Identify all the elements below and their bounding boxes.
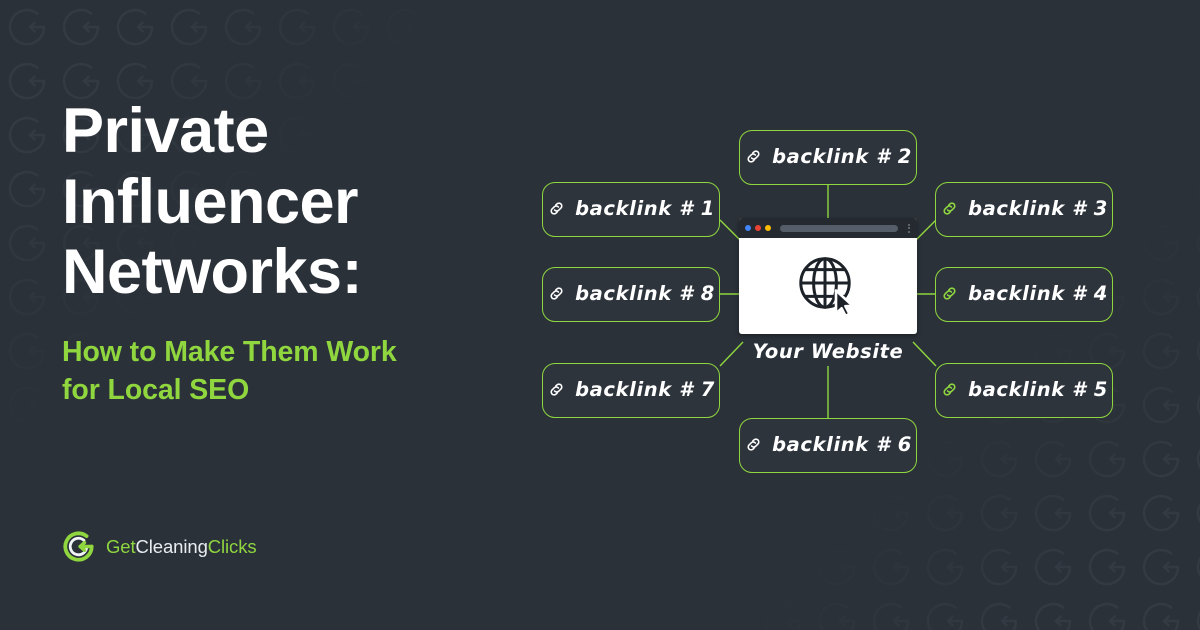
backlink-node-6[interactable]: backlink # 6 bbox=[739, 418, 917, 473]
kebab-menu-icon[interactable] bbox=[908, 223, 910, 233]
globe-cursor-icon bbox=[794, 252, 862, 320]
window-dot-red-icon bbox=[755, 225, 761, 231]
backlink-network-diagram: backlink # 1 backlink # 2 backlink # 3 b… bbox=[530, 110, 1150, 500]
backlink-node-label: backlink # 2 bbox=[772, 145, 912, 168]
backlink-node-label: backlink # 4 bbox=[968, 282, 1108, 305]
chain-link-icon bbox=[940, 284, 959, 303]
chain-link-icon bbox=[940, 380, 959, 399]
browser-title-bar bbox=[739, 218, 917, 238]
brand-text-get: Get bbox=[106, 535, 136, 557]
backlink-node-2[interactable]: backlink # 2 bbox=[739, 130, 917, 185]
page-title: Private Influencer Networks: bbox=[62, 96, 363, 308]
chain-link-icon bbox=[547, 199, 566, 218]
chain-link-icon bbox=[940, 199, 959, 218]
title-block: Private Influencer Networks: How to Make… bbox=[62, 96, 532, 409]
backlink-node-3[interactable]: backlink # 3 bbox=[935, 182, 1113, 237]
backlink-node-5[interactable]: backlink # 5 bbox=[935, 363, 1113, 418]
page-subtitle: How to Make Them Work for Local SEO bbox=[62, 335, 397, 406]
center-node-label: Your Website bbox=[752, 340, 904, 363]
chain-link-icon bbox=[744, 147, 763, 166]
backlink-node-1[interactable]: backlink # 1 bbox=[542, 182, 720, 237]
brand-text-cleaning: Cleaning bbox=[135, 535, 208, 557]
backlink-node-label: backlink # 5 bbox=[968, 378, 1108, 401]
circular-g-arrow-icon bbox=[62, 530, 95, 563]
backlink-node-7[interactable]: backlink # 7 bbox=[542, 363, 720, 418]
window-dot-yellow-icon bbox=[765, 225, 771, 231]
backlink-node-label: backlink # 3 bbox=[968, 197, 1108, 220]
brand-logo[interactable]: GetCleaningClicks bbox=[62, 530, 257, 563]
brand-text-clicks: Clicks bbox=[207, 535, 257, 557]
backlink-node-label: backlink # 8 bbox=[575, 282, 715, 305]
backlink-node-label: backlink # 1 bbox=[575, 197, 715, 220]
chain-link-icon bbox=[547, 284, 566, 303]
backlink-node-label: backlink # 6 bbox=[772, 433, 912, 456]
address-bar[interactable] bbox=[780, 224, 898, 232]
chain-link-icon bbox=[547, 380, 566, 399]
chain-link-icon bbox=[744, 435, 763, 454]
browser-content-area bbox=[739, 238, 917, 334]
backlink-node-8[interactable]: backlink # 8 bbox=[542, 267, 720, 322]
browser-window-icon[interactable] bbox=[739, 218, 917, 334]
backlink-node-4[interactable]: backlink # 4 bbox=[935, 267, 1113, 322]
backlink-node-label: backlink # 7 bbox=[575, 378, 715, 401]
brand-logo-text: GetCleaningClicks bbox=[106, 536, 257, 558]
window-dot-blue-icon bbox=[745, 225, 751, 231]
